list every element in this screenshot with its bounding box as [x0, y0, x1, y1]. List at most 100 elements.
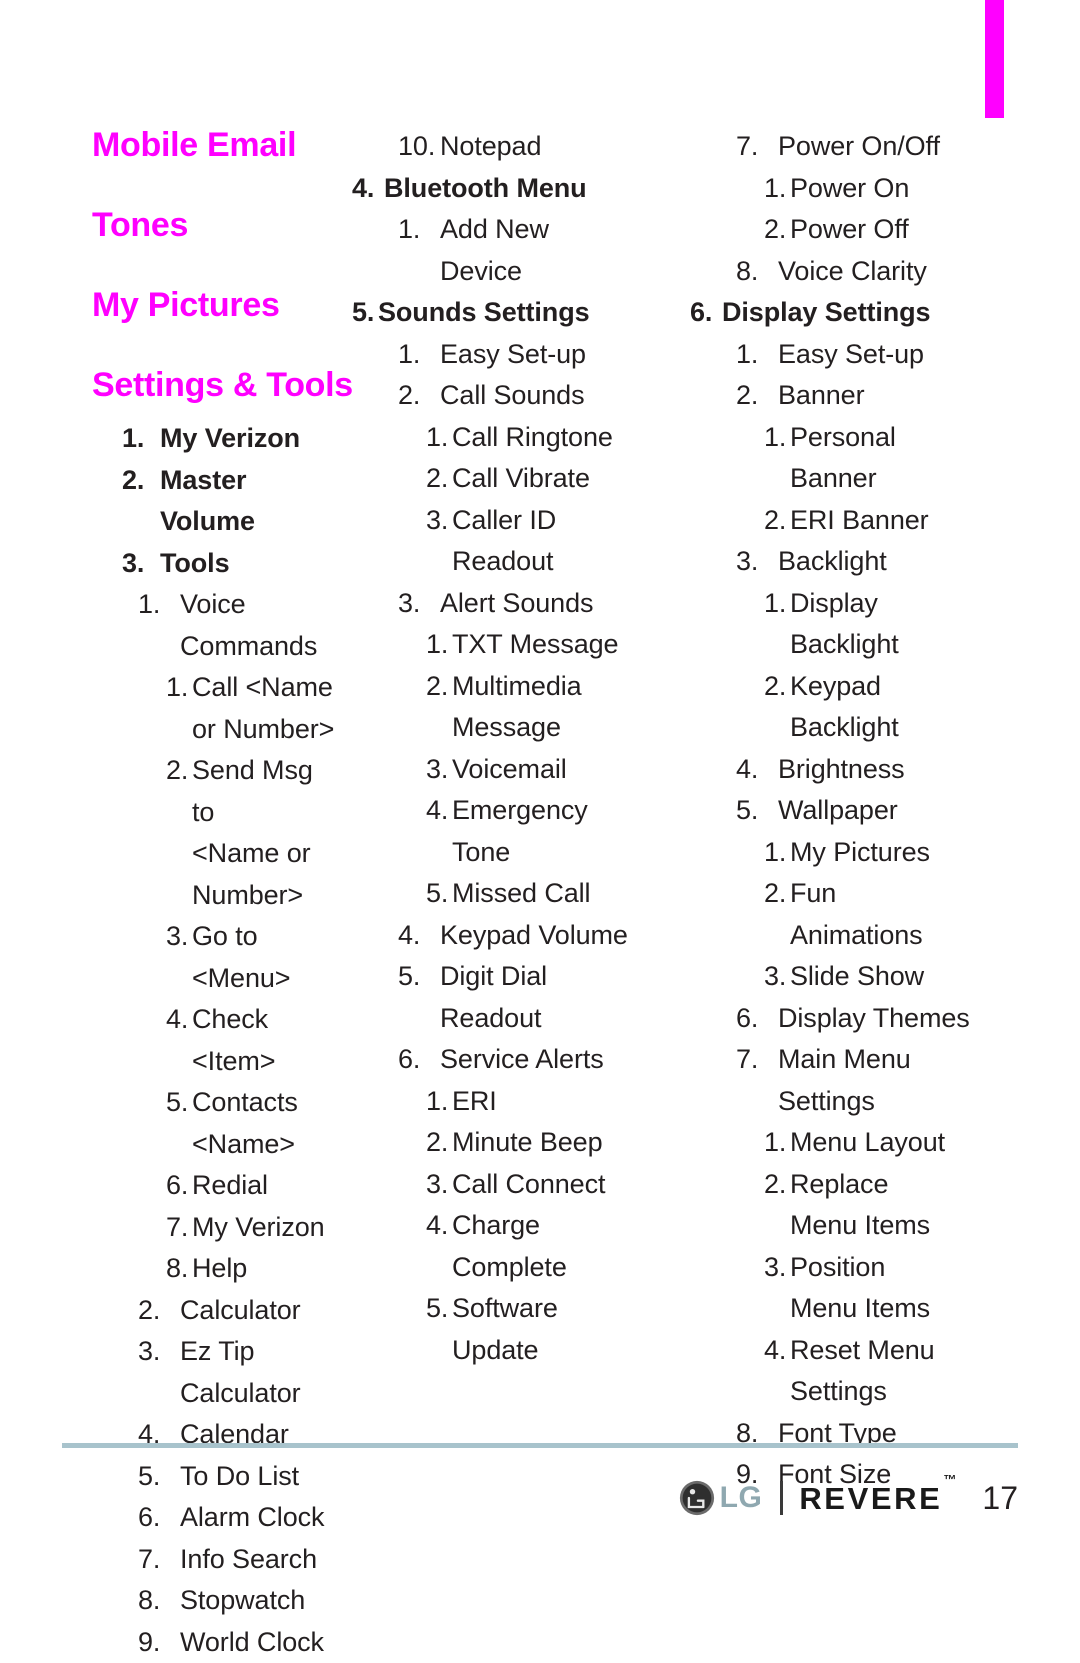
outline-entry-level-3: 1. ERI	[426, 1081, 676, 1123]
outline-entry-level-3: 1. Personal	[764, 417, 1080, 459]
outline-entry-number: 1.	[426, 421, 449, 452]
outline-entry-number: 2.	[764, 878, 787, 908]
outline-entry-level-1: 2. Master Volume	[122, 460, 340, 543]
outline-entry-label: ERI	[452, 1085, 497, 1116]
outline-entry-level-1: 1. My Verizon	[122, 418, 340, 460]
outline-continuation-line: Tone	[452, 836, 511, 867]
outline-entry-label: Call Connect	[452, 1168, 606, 1199]
outline-entry-label: Minute Beep	[452, 1127, 603, 1157]
outline-entry-label: Brightness	[778, 753, 905, 784]
outline-entry-level-3: 1. Display	[764, 583, 1080, 625]
outline-continuation-line: Menu Items	[790, 1210, 931, 1240]
outline-entry-label: Replace	[790, 1168, 889, 1199]
outline-entry-level-2: 5. Wallpaper	[736, 790, 1080, 832]
outline-entry-label: Power On/Off	[778, 131, 940, 161]
outline-entry-label: Power Off	[790, 214, 909, 244]
outline-entry-label: Stopwatch	[180, 1585, 306, 1616]
outline-entry-level-3: 1. Menu Layout	[764, 1122, 1080, 1164]
outline-entry-number: 4.	[426, 1210, 449, 1240]
outline-entry-number: 7.	[138, 1543, 161, 1574]
outline-entry-label: Display Settings	[722, 297, 931, 327]
outline-entry-number: 7.	[166, 1211, 189, 1242]
outline-entry-number: 1.	[736, 338, 759, 369]
outline-entry-label: Digit Dial	[440, 961, 548, 991]
outline-entry-level-3: 1. My Pictures	[764, 832, 1080, 874]
outline-entry-level-2: 10. Notepad	[398, 126, 676, 168]
outline-entry-level-3: 4. Charge	[426, 1205, 676, 1247]
outline-entry-label: My Pictures	[790, 836, 930, 867]
outline-entry-label: Caller ID	[452, 504, 557, 535]
outline-entry-level-2: 8. Voice Clarity	[736, 251, 1080, 293]
page-footer: LG REVERE ™ 17	[0, 1468, 1080, 1528]
outline-entry-level-3: 1. Call <Name	[166, 667, 340, 709]
outline-entry-level-3: 1. TXT Message	[426, 624, 676, 666]
outline-entry-number: 1.	[764, 421, 787, 452]
outline-entry-number: 4.	[426, 795, 449, 825]
outline-entry-label: Missed Call	[452, 878, 591, 908]
outline-entry-number: 1.	[398, 214, 421, 244]
outline-entry-level-2: 8. Stopwatch	[138, 1580, 340, 1622]
outline-entry-label: Call <Name	[192, 672, 333, 703]
outline-entry-level-1: 5. Sounds Settings	[352, 292, 676, 334]
outline-entry-number: 4.	[352, 172, 375, 203]
outline-entry-label: Service Alerts	[440, 1044, 604, 1074]
outline-entry-label: Slide Show	[790, 961, 925, 991]
lg-circle-logo-icon	[679, 1480, 714, 1516]
outline-entry-level-3: 5. Contacts	[166, 1082, 340, 1124]
outline-entry-number: 1.	[166, 672, 189, 703]
outline-entry-level-2: 6. Display Themes	[736, 998, 1080, 1040]
outline-entry-label: Add New	[440, 214, 549, 244]
outline-entry-label: Check <Item>	[192, 1004, 276, 1076]
outline-continuation-line: Commands	[180, 630, 318, 661]
outline-entry-level-1: 4. Bluetooth Menu	[352, 168, 676, 210]
outline-continuation-line: Backlight	[790, 629, 899, 659]
lg-brand-wordmark: LG	[719, 1481, 763, 1514]
outline-continuation-line: Update	[452, 1334, 539, 1365]
outline-entry-number: 7.	[736, 1044, 759, 1074]
outline-entry-number: 5.	[352, 297, 375, 327]
outline-entry-label: ERI Banner	[790, 504, 929, 535]
outline-entry-number: 3.	[764, 1251, 787, 1282]
outline-entry-level-3: 3. Go to	[166, 916, 340, 958]
outline-entry-label: Tools	[160, 547, 230, 578]
outline-entry-level-3: 1. Power On	[764, 168, 1080, 210]
outline-entry-label: Display Themes	[778, 1002, 970, 1033]
outline-entry-label: Send Msg to	[192, 755, 313, 827]
outline-entry-level-3: 7. My Verizon	[166, 1207, 340, 1249]
outline-entry-label: Keypad	[790, 670, 881, 701]
outline-entry-number: 1.	[426, 1085, 449, 1116]
outline-entry-level-2: 3. Alert Sounds	[398, 583, 676, 625]
outline-continuation-line: Readout	[440, 1002, 542, 1033]
menu-outline-body: Mobile Email Tones My Pictures Settings & T…	[0, 126, 1080, 1657]
outline-entry-number: 3.	[398, 587, 421, 618]
outline-entry-label: Go to	[192, 921, 258, 952]
outline-entry-number: 2.	[398, 380, 421, 410]
outline-entry-label: Wallpaper	[778, 795, 898, 825]
outline-entry-level-3: 3. Caller ID	[426, 500, 676, 542]
outline-entry-level-3: 2. Keypad	[764, 666, 1080, 708]
outline-entry-number: 6.	[690, 297, 713, 327]
outline-entry-number: 6.	[166, 1170, 189, 1201]
outline-entry-label: Menu Layout	[790, 1127, 946, 1157]
logo-divider	[780, 1481, 784, 1515]
outline-entry-number: 4.	[736, 753, 759, 784]
outline-entry-number: 2.	[764, 670, 787, 701]
outline-entry-level-2: 7. Power On/Off	[736, 126, 1080, 168]
outline-entry-number: 1.	[138, 589, 161, 620]
outline-entry-number: 3.	[426, 1168, 449, 1199]
outline-entry-label: World Clock	[180, 1626, 324, 1657]
outline-entry-label: My Verizon	[192, 1211, 325, 1242]
trademark-icon: ™	[943, 1472, 957, 1487]
outline-entry-label: Voice Clarity	[778, 255, 927, 286]
outline-entry-label: Info Search	[180, 1543, 317, 1574]
outline-entry-label: Notepad	[440, 131, 542, 161]
outline-continuation-line: Message	[452, 712, 561, 742]
outline-entry-label: Master Volume	[160, 464, 255, 537]
outline-entry-label: Display	[790, 587, 878, 618]
outline-entry-level-3: 3. Position	[764, 1247, 1080, 1289]
outline-entry-number: 5.	[166, 1087, 189, 1118]
outline-entry-number: 3.	[122, 547, 145, 578]
outline-entry-number: 4.	[166, 1004, 189, 1035]
outline-entry-level-2: 9. World Clock	[138, 1622, 340, 1663]
outline-entry-number: 7.	[736, 131, 759, 161]
